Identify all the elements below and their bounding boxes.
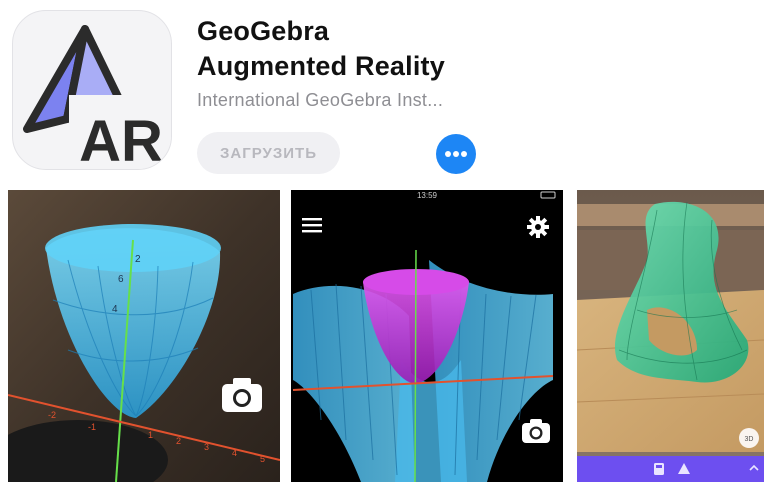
axis-label-x3: 3 [204,442,209,452]
more-ellipsis-icon [445,151,467,157]
app-title-line2: Augmented Reality [197,51,445,81]
calculator-icon [654,463,664,475]
screenshot-1-scene: 6 4 2 -1 -2 1 2 3 4 5 [8,190,280,482]
axis-label-z2: 2 [135,254,141,265]
more-button[interactable] [436,134,476,174]
shapes-icon [678,463,690,474]
camera-button[interactable] [521,418,551,444]
chevron-up-icon [749,464,759,471]
screenshot-3[interactable]: 3D [577,190,764,482]
axis-label-z4: 4 [112,304,118,315]
axis-label-z6: 6 [118,274,124,285]
gear-icon [527,216,549,238]
calculator-tool-button[interactable] [653,462,665,476]
app-title-line1: GeoGebra [197,16,330,46]
developer-link[interactable]: International GeoGebra Inst... [197,90,443,111]
get-button[interactable]: ЗАГРУЗИТЬ [197,132,340,174]
screenshot-3-scene: 3D [577,190,764,482]
menu-button[interactable] [301,216,323,234]
app-title: GeoGebra Augmented Reality [197,14,445,84]
axis-label-x5: 5 [260,454,265,464]
camera-icon [222,378,262,412]
axis-label-x4: 4 [232,448,237,458]
axis-label-neg2: -2 [48,410,56,420]
app-icon: AR [12,10,172,170]
hamburger-menu-icon [302,218,322,233]
view-3d-badge: 3D [745,436,754,443]
screenshot-1[interactable]: 6 4 2 -1 -2 1 2 3 4 5 [8,190,280,482]
status-time: 13:59 [417,191,438,200]
expand-panel-button[interactable] [749,463,759,473]
axis-label-x2: 2 [176,436,181,446]
camera-icon [522,419,550,443]
settings-button[interactable] [527,216,549,238]
shapes-tool-button[interactable] [677,462,691,476]
axis-label-neg1: -1 [88,422,96,432]
screenshot-2[interactable]: 13:59 [291,190,563,482]
icon-ar-text: AR [79,109,163,170]
pyramid-icon: AR [23,25,171,170]
axis-label-x1: 1 [148,430,153,440]
camera-button[interactable] [220,376,264,414]
